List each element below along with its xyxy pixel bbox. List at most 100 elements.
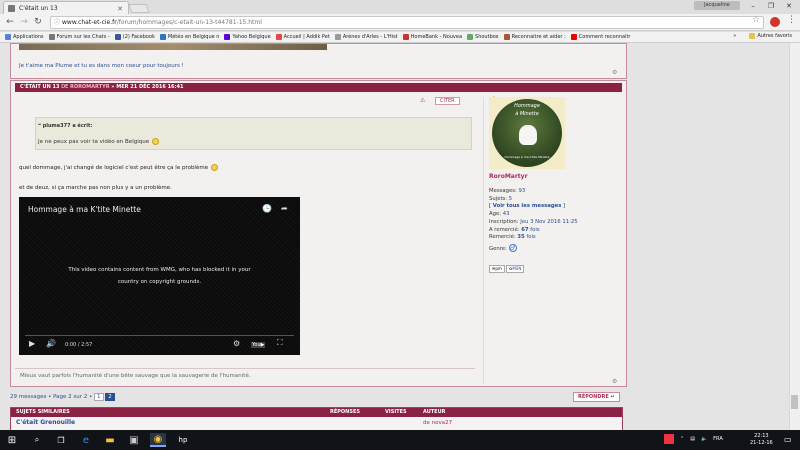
similar-topic-link[interactable]: C'était Grenouille: [16, 419, 75, 426]
post-paragraph-1: quel dommage, j'ai changé de logiciel c'…: [19, 164, 219, 171]
back-icon[interactable]: ←: [4, 15, 16, 29]
tray-expand-icon[interactable]: ⌃: [680, 436, 684, 442]
other-bookmarks[interactable]: Autres favoris: [749, 33, 792, 39]
bookmark-forum[interactable]: Forum sur les Chats -: [48, 34, 110, 40]
col-visites: VISITES: [385, 409, 407, 415]
tray-app-icon[interactable]: [664, 434, 674, 444]
extension-icon[interactable]: [770, 17, 780, 27]
tab-close-icon[interactable]: ✕: [117, 5, 123, 13]
page-2-current[interactable]: 2: [105, 393, 115, 401]
reconnaitre-icon: [503, 34, 510, 40]
cite-button[interactable]: CITER: [435, 97, 460, 105]
fullscreen-icon[interactable]: ⛶: [277, 338, 283, 348]
clock-date: 21-12-16: [750, 440, 773, 446]
youtube-icon: [570, 34, 577, 40]
similar-topics-table: SUJETS SIMILAIRES RÉPONSES VISITES AUTEU…: [10, 407, 623, 430]
clock[interactable]: 22:13 21-12-16: [750, 433, 773, 447]
apps-grid-icon: [5, 34, 11, 40]
back-to-top-icon[interactable]: ⚙: [612, 69, 617, 76]
bookmarks-overflow[interactable]: »: [733, 33, 736, 39]
profile-chip[interactable]: Jacqueline: [694, 1, 740, 10]
video-blocked-message: This video contains content from WMG, wh…: [68, 267, 251, 285]
post-signature: Mieux vaut parfois l'humanité d'une bête…: [20, 373, 251, 379]
volume-icon[interactable]: 🔊: [46, 339, 56, 348]
avatar-text-2: à Minette: [515, 111, 539, 117]
video-progress-bar[interactable]: [25, 335, 294, 336]
bookmarks-bar: Applications Forum sur les Chats - (2) F…: [0, 32, 800, 43]
url-path: /forum/hommages/c-etait-un-13-t44781-15.…: [116, 19, 262, 26]
edge-icon[interactable]: e: [78, 433, 94, 447]
task-view-icon[interactable]: ❐: [53, 433, 69, 447]
bookmark-comment[interactable]: Comment reconnaitr: [570, 34, 631, 40]
settings-icon[interactable]: ⚙: [233, 339, 240, 348]
page-scrollbar[interactable]: [789, 43, 800, 430]
yahoo-icon: [224, 34, 231, 40]
pm-button[interactable]: ✉pm: [489, 265, 505, 273]
profile-name[interactable]: RoroMartyr: [489, 173, 528, 180]
hp-icon[interactable]: hp: [175, 433, 191, 447]
facebook-icon: [114, 34, 121, 40]
homebank-icon: [402, 34, 409, 40]
chrome-icon[interactable]: ◉: [150, 433, 166, 447]
voir-messages-link[interactable]: Voir tous les messages: [493, 203, 562, 209]
youtube-video-player[interactable]: Hommage à ma K'tite Minette 🕒 ➦ This vid…: [19, 197, 300, 355]
quote-author: ❝ plume377 a écrit:: [38, 123, 93, 129]
bookmark-homebank[interactable]: HomeBank - Nouvea: [402, 34, 462, 40]
volume-tray-icon[interactable]: 🔈: [701, 436, 707, 442]
new-tab-button[interactable]: [128, 4, 150, 13]
play-icon[interactable]: ▶: [29, 339, 35, 348]
post-by: DE: [61, 84, 69, 90]
folder-icon: [749, 33, 756, 39]
previous-post: Je t'aime ma Plume et tu es dans mon coe…: [10, 43, 627, 79]
page-1-link[interactable]: 1: [94, 393, 104, 401]
scrollbar-thumb[interactable]: [791, 395, 798, 409]
col-sujets: SUJETS SIMILAIRES: [16, 409, 70, 415]
clock-time: 22:13: [754, 433, 769, 439]
bookmark-arenes[interactable]: Arènes d'Arles - L'Hist: [334, 34, 398, 40]
maximize-icon[interactable]: ❐: [762, 0, 780, 12]
similar-topic-author[interactable]: de nova27: [423, 420, 452, 426]
watch-later-icon[interactable]: 🕒: [262, 204, 272, 213]
post-author-link[interactable]: ROROMARTYR: [70, 84, 110, 90]
bookmark-addik[interactable]: Accueil | Addik Pet: [275, 34, 330, 40]
browser-tab[interactable]: C'était un 13 ✕: [3, 1, 129, 15]
address-bar[interactable]: ⓘ www.chat-et-cie.fr/forum/hommages/c-et…: [50, 16, 764, 29]
chrome-menu-icon[interactable]: ⋮: [787, 15, 796, 25]
notifications-icon[interactable]: ▭: [784, 435, 792, 444]
pagination: 29 messages • Page 2 sur 2 • 1 2: [10, 393, 115, 401]
file-explorer-icon[interactable]: ▬: [102, 433, 118, 447]
arenes-icon: [334, 34, 341, 40]
bookmark-facebook[interactable]: (2) Facebook: [114, 34, 155, 40]
back-to-top-icon[interactable]: ⚙: [612, 378, 617, 385]
reload-icon[interactable]: ↻: [32, 15, 44, 29]
network-icon[interactable]: ▤: [690, 436, 695, 442]
bookmark-yahoo[interactable]: Yahoo Belgique: [224, 34, 271, 40]
search-icon[interactable]: ⌕: [29, 433, 45, 447]
bookmark-apps[interactable]: Applications: [5, 34, 44, 40]
bookmark-reconnaitre[interactable]: Reconnaitre et aider :: [503, 34, 566, 40]
bookmark-shoutbox[interactable]: Shoutbox: [467, 34, 499, 40]
minimize-icon[interactable]: –: [744, 0, 762, 12]
youtube-logo-icon[interactable]: You▶: [251, 342, 266, 348]
avatar-frame[interactable]: Hommage à Minette Hommage à ma k'tite Mi…: [489, 97, 565, 169]
video-title[interactable]: Hommage à ma K'tite Minette: [28, 205, 141, 214]
post: C'ÉTAIT UN 13 DE ROROMARTYR » MER 21 DÉC…: [10, 80, 627, 387]
report-icon[interactable]: ⚠: [420, 97, 425, 104]
post-header: C'ÉTAIT UN 13 DE ROROMARTYR » MER 21 DÉC…: [15, 83, 622, 92]
store-icon[interactable]: ▣: [126, 433, 142, 447]
bookmark-meteo[interactable]: Météo en Belgique n: [159, 34, 219, 40]
signature-divider: [15, 368, 475, 369]
share-icon[interactable]: ➦: [281, 204, 288, 213]
tab-favicon-icon: [8, 5, 15, 12]
msn-button[interactable]: ✿MSN: [506, 265, 525, 273]
post-title[interactable]: C'ÉTAIT UN 13: [20, 84, 59, 90]
forward-icon[interactable]: →: [18, 15, 30, 29]
start-icon[interactable]: ⊞: [4, 433, 20, 447]
close-window-icon[interactable]: ✕: [780, 0, 798, 12]
page-info-icon[interactable]: ⓘ: [54, 17, 60, 28]
table-header: SUJETS SIMILAIRES RÉPONSES VISITES AUTEU…: [11, 408, 622, 417]
bookmark-star-icon[interactable]: ☆: [752, 15, 760, 25]
language-indicator[interactable]: FRA: [713, 436, 723, 442]
reply-button[interactable]: RÉPONDRE ↵: [573, 392, 620, 402]
page-viewport: Je t'aime ma Plume et tu es dans mon coe…: [0, 43, 800, 430]
